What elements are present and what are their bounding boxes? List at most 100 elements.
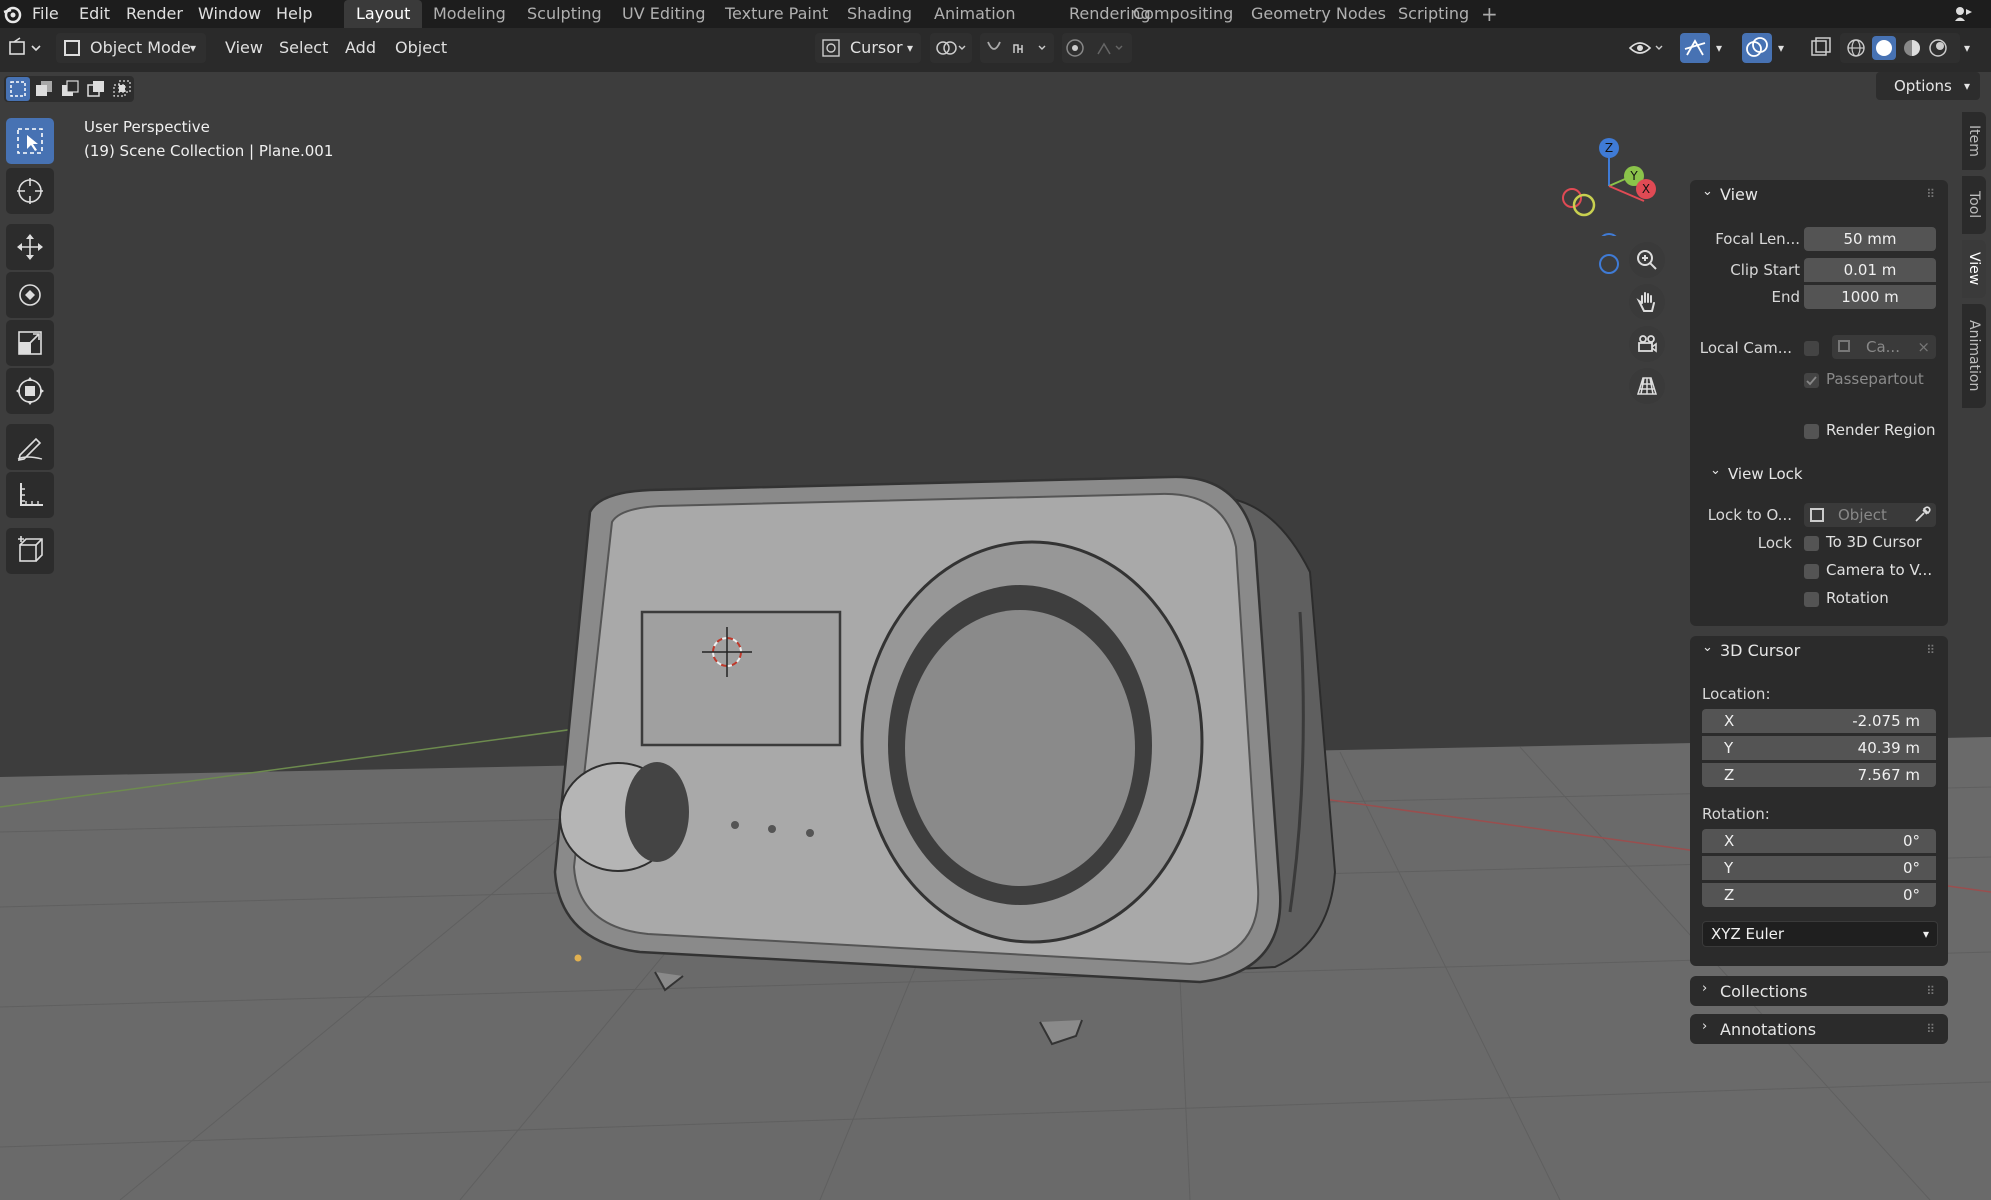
transform-tool[interactable] [6, 368, 54, 414]
material-preview-icon[interactable] [1902, 38, 1922, 58]
tab-texture-paint[interactable]: Texture Paint [713, 0, 840, 28]
tab-modeling[interactable]: Modeling [421, 0, 518, 28]
drag-handle-icon[interactable]: ⠿ [1926, 187, 1936, 201]
gizmo-neg-z-axis[interactable] [1599, 254, 1619, 274]
drag-handle-icon[interactable]: ⠿ [1926, 643, 1936, 657]
cursor-rotation-y-field[interactable]: Y 0° [1702, 856, 1936, 880]
camera-view-button[interactable] [1629, 326, 1665, 362]
zoom-button[interactable] [1629, 242, 1665, 278]
camera-to-view-checkbox[interactable] [1804, 564, 1819, 579]
overlays-toggle[interactable] [1742, 33, 1772, 63]
wireframe-shading-icon[interactable] [1846, 38, 1866, 58]
passepartout-checkbox[interactable] [1804, 373, 1819, 388]
tab-layout[interactable]: Layout [344, 0, 423, 28]
rotate-tool[interactable] [6, 272, 54, 318]
mode-dropdown[interactable]: Object Mode ▾ [56, 33, 206, 63]
menu-render[interactable]: Render [126, 0, 183, 28]
rotation-label: Rotation: [1702, 805, 1770, 823]
select-extend-icon[interactable] [32, 77, 56, 101]
menu-object[interactable]: Object [395, 33, 447, 63]
navigation-gizmo[interactable]: Z Y X [1554, 116, 1664, 274]
gizmo-toggle[interactable] [1680, 33, 1710, 63]
lock-rotation-checkbox[interactable] [1804, 592, 1819, 607]
select-intersect-icon[interactable] [110, 77, 134, 101]
menu-view[interactable]: View [225, 33, 263, 63]
zoom-icon [1637, 250, 1657, 270]
menu-add[interactable]: Add [345, 33, 376, 63]
view-panel-header[interactable]: ⌄ View ⠿ [1690, 180, 1948, 208]
shading-dropdown[interactable]: ▾ [1960, 33, 1980, 63]
xray-toggle[interactable] [1806, 33, 1836, 63]
menu-edit[interactable]: Edit [79, 0, 110, 28]
lock-to-object-field[interactable]: Object [1804, 503, 1936, 527]
lock-to-object-placeholder: Object [1838, 506, 1887, 524]
menu-select[interactable]: Select [279, 33, 328, 63]
eyedropper-icon[interactable] [1912, 505, 1932, 525]
tab-geometry-nodes[interactable]: Geometry Nodes [1239, 0, 1398, 28]
clear-icon[interactable]: × [1917, 335, 1930, 359]
cursor-tool[interactable] [6, 168, 54, 214]
pan-button[interactable] [1629, 284, 1665, 320]
sidebar-tab-tool[interactable]: Tool [1962, 176, 1986, 234]
gizmo-z-axis[interactable]: Z [1599, 138, 1619, 158]
scale-tool[interactable] [6, 320, 54, 366]
tab-scripting[interactable]: Scripting [1386, 0, 1481, 28]
menu-help[interactable]: Help [276, 0, 312, 28]
sidebar-tab-view[interactable]: View [1962, 240, 1986, 298]
snapping-controls[interactable] [980, 33, 1054, 63]
add-workspace-button[interactable]: + [1481, 0, 1498, 28]
tab-uv-editing[interactable]: UV Editing [610, 0, 717, 28]
lock-to-3d-cursor-checkbox[interactable] [1804, 536, 1819, 551]
rotation-mode-dropdown[interactable]: XYZ Euler ▾ [1702, 921, 1938, 947]
render-region-checkbox[interactable] [1804, 424, 1819, 439]
clip-start-field[interactable]: 0.01 m [1804, 258, 1936, 282]
ortho-toggle-button[interactable] [1629, 368, 1665, 404]
cursor-rotation-x-field[interactable]: X 0° [1702, 829, 1936, 853]
visibility-dropdown[interactable] [1626, 33, 1670, 63]
add-cube-tool[interactable] [6, 528, 54, 574]
select-invert-icon[interactable] [84, 77, 108, 101]
select-subtract-icon[interactable] [58, 77, 82, 101]
local-camera-checkbox[interactable] [1804, 341, 1819, 356]
cursor-location-x-field[interactable]: X -2.075 m [1702, 709, 1936, 733]
cursor-location-z-field[interactable]: Z 7.567 m [1702, 763, 1936, 787]
measure-tool[interactable] [6, 472, 54, 518]
annotations-panel[interactable]: › Annotations ⠿ [1690, 1014, 1948, 1044]
gizmo-dropdown[interactable]: ▾ [1712, 33, 1732, 63]
move-tool[interactable] [6, 224, 54, 270]
drag-handle-icon[interactable]: ⠿ [1926, 984, 1936, 998]
tab-compositing[interactable]: Compositing [1121, 0, 1245, 28]
view-lock-subpanel-header[interactable]: ⌄ View Lock [1702, 462, 1936, 488]
proportional-editing-controls[interactable] [1062, 33, 1132, 63]
menu-file[interactable]: File [32, 0, 59, 28]
clip-end-field[interactable]: 1000 m [1804, 285, 1936, 309]
3d-cursor-panel-header[interactable]: ⌄ 3D Cursor ⠿ [1690, 636, 1948, 664]
tab-animation[interactable]: Animation [922, 0, 1028, 28]
cursor-rotation-z-field[interactable]: Z 0° [1702, 883, 1936, 907]
local-camera-field[interactable]: Ca... × [1832, 335, 1936, 359]
sidebar-tab-item[interactable]: Item [1962, 112, 1986, 170]
menu-window[interactable]: Window [198, 0, 261, 28]
overlays-dropdown[interactable]: ▾ [1774, 33, 1794, 63]
editor-type-button[interactable] [6, 33, 48, 63]
drag-handle-icon[interactable]: ⠿ [1926, 1022, 1936, 1036]
transform-orientation-dropdown[interactable]: Cursor ▾ [815, 33, 921, 63]
select-box-tool[interactable] [6, 118, 54, 164]
sidebar-tab-animation[interactable]: Animation [1962, 304, 1986, 408]
cursor-location-y-field[interactable]: Y 40.39 m [1702, 736, 1936, 760]
focal-length-field[interactable]: 50 mm [1804, 227, 1936, 251]
options-button[interactable]: Options ▾ [1876, 72, 1980, 100]
rendered-shading-icon[interactable] [1928, 38, 1948, 58]
select-new-icon[interactable] [6, 77, 30, 101]
blender-logo-icon[interactable] [2, 4, 22, 24]
3d-viewport[interactable]: User Perspective (19) Scene Collection |… [0, 72, 1991, 1200]
solid-shading-icon[interactable] [1872, 36, 1896, 60]
tab-shading[interactable]: Shading [835, 0, 924, 28]
pivot-point-dropdown[interactable] [930, 33, 972, 63]
scene-icon[interactable] [1952, 3, 1974, 25]
tab-sculpting[interactable]: Sculpting [515, 0, 614, 28]
collections-panel[interactable]: › Collections ⠿ [1690, 976, 1948, 1006]
gizmo-x-axis[interactable]: X [1636, 179, 1656, 199]
annotate-tool[interactable] [6, 424, 54, 470]
light-origin-dot[interactable] [574, 954, 582, 962]
